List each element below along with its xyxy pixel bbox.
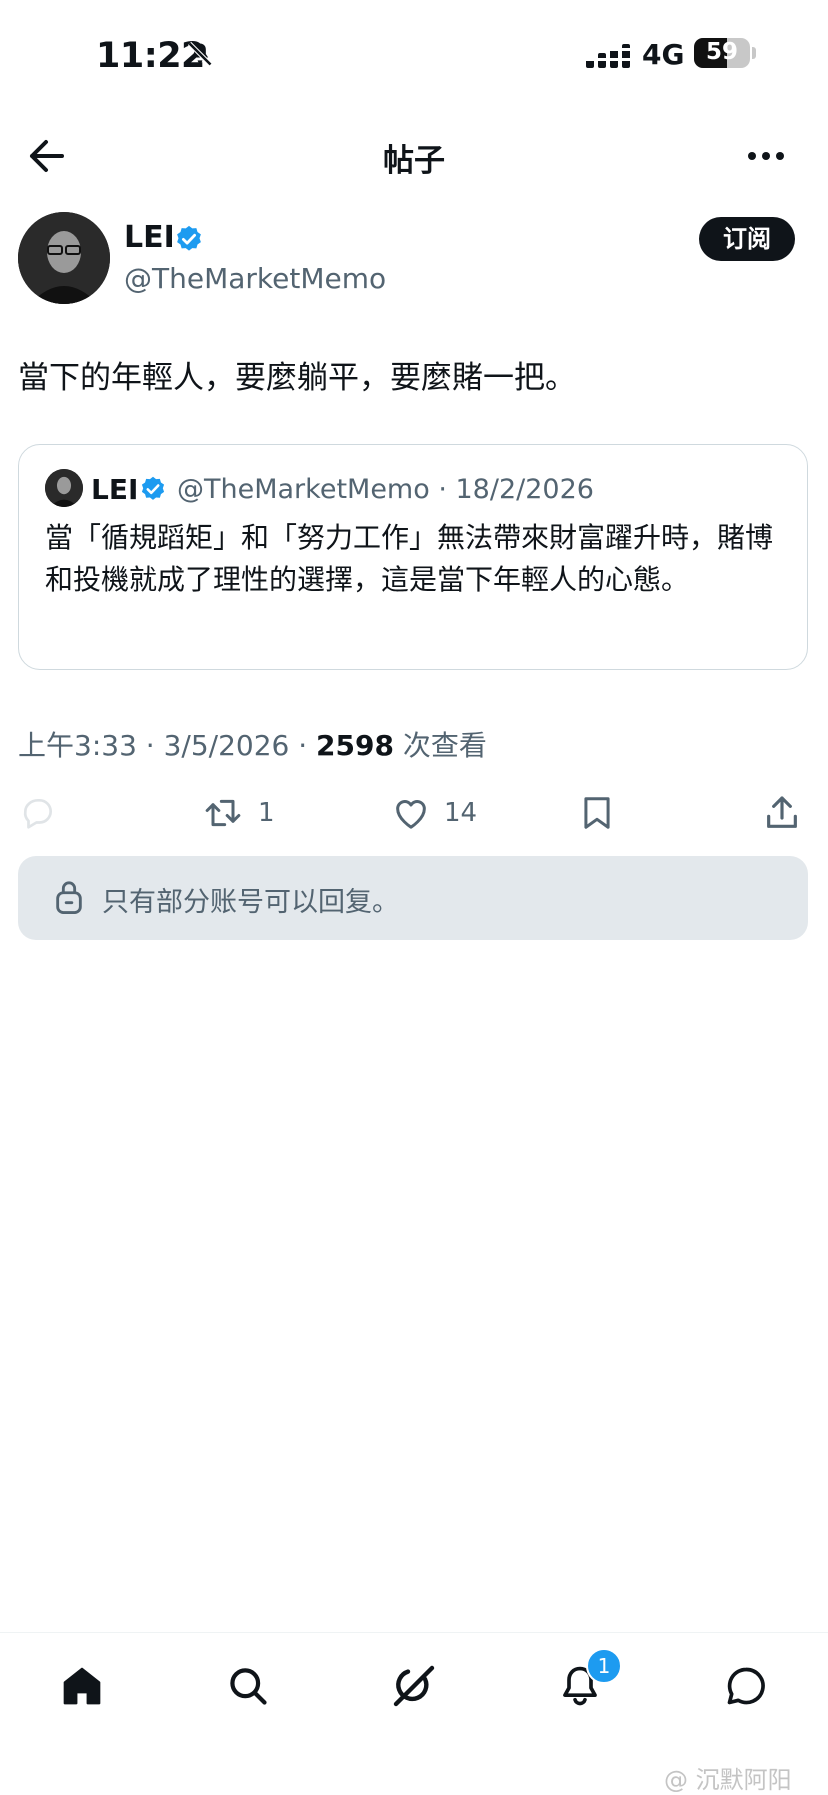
page-title: 帖子 xyxy=(383,143,445,179)
search-icon xyxy=(230,1668,267,1705)
battery-cap xyxy=(752,47,756,59)
network-type: 4G xyxy=(642,38,685,71)
retweet-count: 1 xyxy=(258,798,275,828)
quote-author-name: LEI xyxy=(91,473,139,506)
lock-icon xyxy=(56,881,82,915)
verified-badge-icon xyxy=(177,225,201,251)
reply-button[interactable] xyxy=(18,788,70,838)
nav-home[interactable] xyxy=(54,1658,110,1714)
home-icon xyxy=(63,1667,101,1705)
retweet-icon xyxy=(205,799,241,827)
subscribe-button[interactable]: 订阅 xyxy=(699,217,795,261)
bottom-nav-divider xyxy=(0,1632,828,1633)
bookmark-button[interactable] xyxy=(578,788,616,838)
more-horizontal-icon[interactable] xyxy=(746,150,786,162)
battery-level: 59 xyxy=(705,39,738,65)
bookmark-icon xyxy=(584,797,610,829)
heart-icon xyxy=(396,800,426,829)
messages-icon xyxy=(727,1667,765,1705)
quote-handle-date: @TheMarketMemo · 18/2/2026 xyxy=(177,474,594,505)
share-icon xyxy=(767,796,797,828)
like-count: 14 xyxy=(444,798,478,828)
avatar[interactable] xyxy=(18,212,110,304)
quote-verified-badge-icon xyxy=(141,476,165,500)
signal-bars-icon xyxy=(586,44,632,68)
retweet-button[interactable]: 1 xyxy=(200,788,275,838)
post-meta: 上午3:33 · 3/5/2026 · 2598 次查看 xyxy=(18,724,487,764)
author-handle[interactable]: @TheMarketMemo xyxy=(124,262,386,295)
quoted-post[interactable]: LEI @TheMarketMemo · 18/2/2026 當「循規蹈矩」和「… xyxy=(18,444,808,670)
notification-badge: 1 xyxy=(586,1648,622,1684)
reply-icon xyxy=(23,798,52,829)
reply-restriction-text: 只有部分账号可以回复。 xyxy=(102,887,399,918)
quote-avatar[interactable] xyxy=(45,469,83,507)
battery-indicator: 59 xyxy=(694,38,750,68)
quote-avatar-photo-icon xyxy=(45,469,83,507)
quote-text: 當「循規蹈矩」和「努力工作」無法帶來財富躍升時，賭博和投機就成了理性的選擇，這是… xyxy=(45,521,774,596)
nav-messages[interactable] xyxy=(718,1658,774,1714)
grok-icon xyxy=(393,1665,435,1707)
post-timestamp: 上午3:33 · 3/5/2026 · xyxy=(18,729,317,762)
reply-restriction-bar: 只有部分账号可以回复。 xyxy=(18,856,808,940)
like-button[interactable]: 14 xyxy=(390,788,477,838)
nav-grok[interactable] xyxy=(386,1658,442,1714)
author-name[interactable]: LEI xyxy=(124,220,175,255)
nav-search[interactable] xyxy=(220,1658,276,1714)
views-label: 次查看 xyxy=(393,729,487,762)
view-count: 2598 xyxy=(316,729,394,762)
avatar-photo-icon xyxy=(18,212,110,304)
share-button[interactable] xyxy=(762,788,802,838)
post-text: 當下的年輕人，要麼躺平，要麼賭一把。 xyxy=(18,360,576,396)
bell-slash-icon xyxy=(187,41,213,67)
watermark: @ 沉默阿阳 xyxy=(664,1766,792,1794)
